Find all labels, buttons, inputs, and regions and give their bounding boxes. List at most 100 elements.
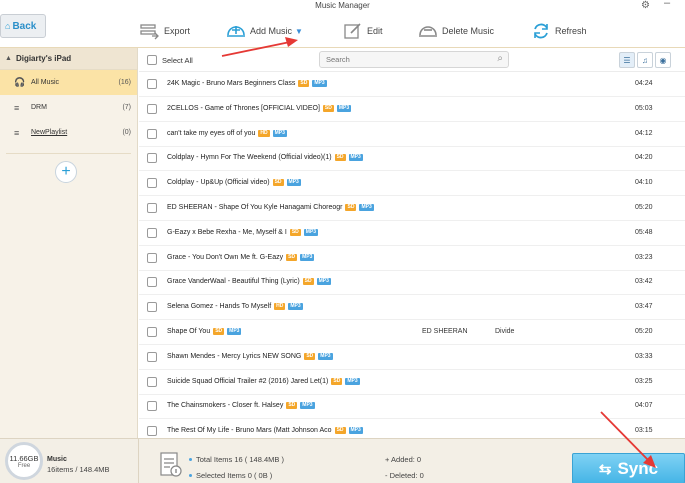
row-checkbox[interactable]	[147, 327, 157, 337]
row-checkbox[interactable]	[147, 302, 157, 313]
select-all-label: Select All	[162, 56, 193, 65]
plus-icon: +	[61, 163, 71, 180]
song-title: ED SHEERAN - Shape Of You Kyle Hanagami …	[167, 204, 374, 211]
song-title-text: Shawn Mendes - Mercy Lyrics NEW SONG	[167, 352, 302, 360]
collapse-triangle-icon[interactable]: ▲	[5, 55, 12, 62]
chevron-down-icon[interactable]: ▼	[295, 27, 303, 36]
row-checkbox[interactable]	[147, 128, 157, 139]
table-row[interactable]: 24K Magic - Bruno Mars Beginners Class SD…	[139, 72, 685, 97]
song-duration: 04:12	[635, 129, 653, 137]
row-checkbox[interactable]	[147, 203, 157, 213]
song-duration: 03:33	[635, 352, 653, 360]
song-title-text: 2CELLOS - Game of Thrones [OFFICIAL VIDE…	[167, 104, 320, 112]
song-duration: 03:42	[635, 278, 653, 286]
sidebar-item-count: (0)	[122, 129, 131, 136]
row-checkbox[interactable]	[147, 153, 157, 164]
add-playlist-button[interactable]: +	[55, 161, 77, 183]
row-checkbox[interactable]	[147, 277, 157, 288]
search-icon[interactable]: ⌕	[497, 53, 503, 64]
song-duration: 04:10	[635, 179, 653, 187]
format-badge: MP3	[348, 427, 363, 435]
table-row[interactable]: Suicide Squad Official Trailer #2 (2016)…	[139, 370, 685, 395]
minimize-icon[interactable]: –	[664, 0, 670, 9]
format-badge: MP3	[286, 179, 301, 187]
sync-button[interactable]: ⇆ Sync	[572, 453, 685, 483]
quality-badge: SD	[289, 228, 301, 236]
table-row[interactable]: The Rest Of My Life - Bruno Mars (Matt J…	[139, 419, 685, 438]
table-row[interactable]: Coldplay - Hymn For The Weekend (Officia…	[139, 146, 685, 172]
table-row[interactable]: Shawn Mendes - Mercy Lyrics NEW SONG SD MP…	[139, 345, 685, 370]
table-row[interactable]: Shape Of You SD MP3 ED SHEERAN Divide 05:20	[139, 320, 685, 345]
gear-icon[interactable]: ⚙	[641, 0, 650, 11]
song-title: Selena Gomez - Hands To Myself HD MP3	[167, 303, 303, 311]
row-checkbox[interactable]	[147, 103, 157, 114]
storage-free-label: Free	[17, 463, 31, 469]
row-checkbox[interactable]	[147, 252, 157, 263]
add-icon	[226, 21, 246, 41]
title-bar: Music Manager ⚙ –	[0, 0, 685, 14]
add-music-button[interactable]: Add Music ▼	[226, 20, 303, 42]
add-music-label: Add Music	[250, 26, 293, 36]
export-button[interactable]: Export	[140, 20, 190, 42]
refresh-label: Refresh	[555, 26, 587, 36]
file-info-icon	[160, 452, 182, 478]
playlist-icon: ≡	[14, 102, 20, 113]
table-row[interactable]: can't take my eyes off of you HD MP3 04:12	[139, 122, 685, 147]
selected-items: Selected Items 0 ( 0B )	[189, 471, 272, 480]
sidebar: ▲ Digiarty's iPad 🎧 All Music (16) ≡ DRM…	[0, 48, 138, 438]
table-row[interactable]: Grace VanderWaal - Beautiful Thing (Lyri…	[139, 270, 685, 296]
row-checkbox[interactable]	[147, 178, 157, 189]
format-badge: MP3	[272, 129, 287, 137]
song-title: The Rest Of My Life - Bruno Mars (Matt J…	[167, 427, 363, 435]
song-title: G-Eazy x Bebe Rexha - Me, Myself & I SD MP…	[167, 228, 319, 236]
table-row[interactable]: ED SHEERAN - Shape Of You Kyle Hanagami …	[139, 196, 685, 221]
edit-label: Edit	[367, 26, 383, 36]
selected-items-text: Selected Items 0 ( 0B )	[196, 471, 273, 480]
song-artist: ED SHEERAN	[422, 328, 468, 335]
back-button[interactable]: ⌂ Back	[0, 14, 46, 38]
device-name: Digiarty's iPad	[15, 54, 72, 63]
row-checkbox[interactable]	[147, 351, 157, 362]
row-checkbox[interactable]	[147, 401, 157, 412]
song-title-text: The Rest Of My Life - Bruno Mars (Matt J…	[167, 427, 332, 435]
table-row[interactable]: 2CELLOS - Game of Thrones [OFFICIAL VIDE…	[139, 97, 685, 122]
quality-badge: HD	[274, 303, 286, 311]
song-title: Grace - You Don't Own Me ft. G-Eazy SD MP3	[167, 253, 315, 261]
row-checkbox[interactable]	[147, 79, 157, 89]
table-row[interactable]: G-Eazy x Bebe Rexha - Me, Myself & I SD MP…	[139, 221, 685, 246]
list-view-icon[interactable]: ☰	[619, 52, 635, 68]
footer-divider	[138, 439, 139, 483]
quality-badge: SD	[272, 179, 284, 187]
format-badge: MP3	[300, 402, 315, 410]
edit-button[interactable]: Edit	[343, 20, 383, 42]
search-input[interactable]	[320, 52, 480, 67]
delete-music-label: Delete Music	[442, 26, 495, 36]
format-badge: MP3	[318, 352, 333, 360]
sidebar-item-all-music[interactable]: 🎧 All Music (16)	[0, 70, 137, 95]
select-all-checkbox[interactable]	[147, 55, 157, 65]
song-title-text: Shape Of You	[167, 328, 211, 335]
delete-icon	[418, 21, 438, 41]
table-row[interactable]: Selena Gomez - Hands To Myself HD MP3 03:47	[139, 295, 685, 321]
table-row[interactable]: Grace - You Don't Own Me ft. G-Eazy SD MP3…	[139, 246, 685, 271]
delete-music-button[interactable]: Delete Music	[418, 20, 494, 42]
row-checkbox[interactable]	[147, 227, 157, 238]
device-header[interactable]: ▲ Digiarty's iPad	[0, 48, 137, 70]
table-row[interactable]: Coldplay - Up&Up (Official video) SD MP3 04…	[139, 171, 685, 197]
song-title: 2CELLOS - Game of Thrones [OFFICIAL VIDE…	[167, 104, 352, 112]
table-row[interactable]: The Chainsmokers - Closer ft. Halsey SD MP…	[139, 394, 685, 420]
sidebar-item-newplaylist[interactable]: ≡ NewPlaylist (0)	[0, 120, 137, 145]
quality-badge: SD	[298, 80, 310, 87]
album-view-icon[interactable]: ◉	[655, 52, 671, 68]
refresh-button[interactable]: Refresh	[531, 20, 587, 42]
window-title: Music Manager	[315, 1, 370, 10]
song-title-text: Suicide Squad Official Trailer #2 (2016)…	[167, 377, 329, 385]
total-items: Total Items 16 ( 148.4MB )	[189, 455, 284, 464]
music-list: 24K Magic - Bruno Mars Beginners Class SD…	[139, 72, 685, 438]
row-checkbox[interactable]	[147, 426, 157, 437]
export-label: Export	[164, 26, 191, 36]
row-checkbox[interactable]	[147, 376, 157, 387]
sidebar-item-drm[interactable]: ≡ DRM (7)	[0, 95, 137, 120]
artist-view-icon[interactable]: ♫	[637, 52, 653, 68]
refresh-icon	[531, 21, 551, 41]
